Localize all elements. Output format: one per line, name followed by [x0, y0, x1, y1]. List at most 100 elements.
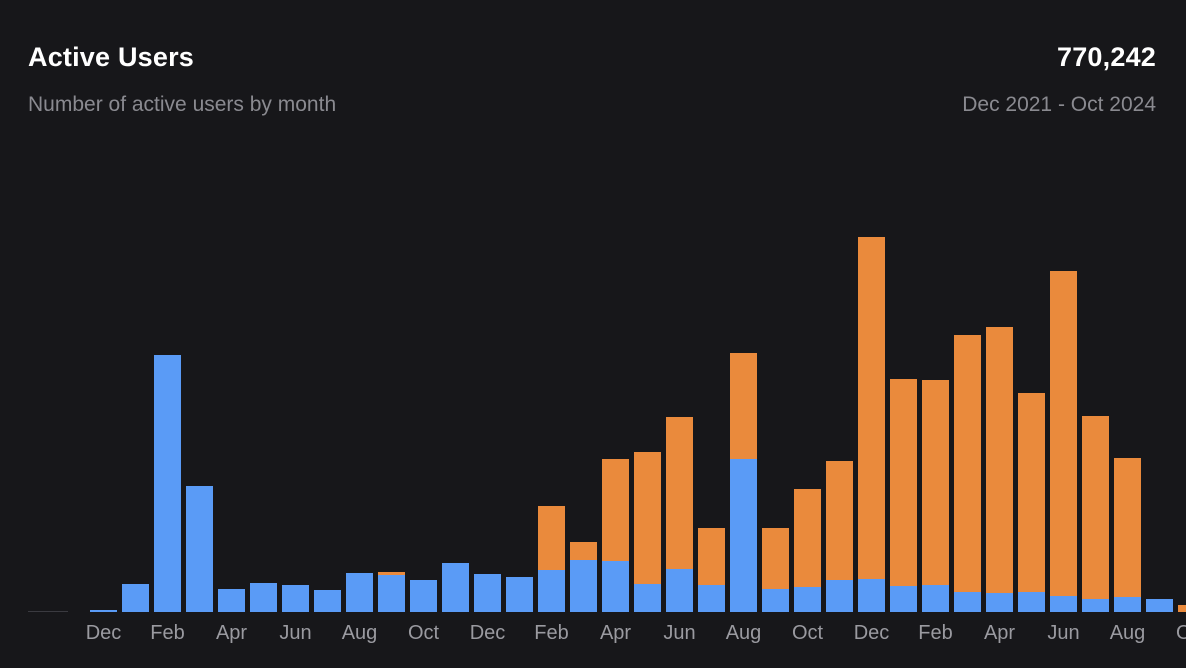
bar-feb-2024[interactable] — [922, 380, 949, 612]
x-axis: DecFebAprJunAugOctDecFebAprJunAugOctDecF… — [28, 620, 1158, 654]
bar-series-container — [28, 170, 1158, 612]
x-axis-tick-label: Dec — [86, 620, 122, 646]
bar-sep-2023[interactable] — [762, 528, 789, 612]
x-axis-tick-label: Apr — [600, 620, 631, 646]
bar-segment-primary — [1018, 592, 1045, 612]
bar-segment-primary — [538, 570, 565, 612]
bar-apr-2024[interactable] — [986, 327, 1013, 612]
bar-dec-2023[interactable] — [858, 237, 885, 612]
bar-segment-secondary — [1050, 271, 1077, 595]
bar-segment-primary — [858, 579, 885, 612]
bar-segment-secondary — [890, 379, 917, 586]
bar-segment-primary — [730, 459, 757, 612]
bar-jun-2022[interactable] — [282, 585, 309, 612]
bar-segment-primary — [1050, 596, 1077, 612]
x-axis-tick-label: Oct — [1176, 620, 1186, 646]
bar-segment-primary — [410, 580, 437, 612]
chart-header-left: Active Users Number of active users by m… — [28, 40, 336, 119]
bar-segment-primary — [474, 574, 501, 612]
bar-jul-2023[interactable] — [698, 528, 725, 612]
bar-mar-2022[interactable] — [186, 486, 213, 612]
bar-segment-primary — [634, 584, 661, 612]
date-range-label: Dec 2021 - Oct 2024 — [962, 91, 1156, 119]
bar-segment-primary — [762, 589, 789, 612]
chart-header: Active Users Number of active users by m… — [0, 0, 1186, 119]
chart-header-right: 770,242 Dec 2021 - Oct 2024 — [962, 40, 1156, 119]
bar-feb-2022[interactable] — [154, 355, 181, 612]
bar-segment-primary — [666, 569, 693, 612]
bar-mar-2024[interactable] — [954, 335, 981, 612]
bar-sep-2024[interactable] — [1146, 599, 1173, 612]
bar-segment-secondary — [762, 528, 789, 589]
x-axis-tick-label: Apr — [984, 620, 1015, 646]
bar-jul-2022[interactable] — [314, 590, 341, 612]
bar-segment-secondary — [730, 353, 757, 459]
bar-jul-2024[interactable] — [1082, 416, 1109, 612]
x-axis-tick-label: Aug — [342, 620, 378, 646]
bar-aug-2024[interactable] — [1114, 458, 1141, 612]
bar-may-2023[interactable] — [634, 452, 661, 612]
bar-segment-primary — [922, 585, 949, 612]
bar-segment-secondary — [538, 506, 565, 570]
x-axis-tick-label: Jun — [1047, 620, 1079, 646]
bar-apr-2023[interactable] — [602, 459, 629, 612]
bar-may-2022[interactable] — [250, 583, 277, 612]
bar-segment-secondary — [570, 542, 597, 560]
bar-segment-primary — [186, 486, 213, 612]
bar-jan-2022[interactable] — [122, 584, 149, 612]
bar-segment-primary — [986, 593, 1013, 612]
bar-oct-2023[interactable] — [794, 489, 821, 612]
bar-aug-2022[interactable] — [346, 573, 373, 612]
x-axis-tick-label: Dec — [854, 620, 890, 646]
bar-segment-primary — [794, 587, 821, 612]
bar-segment-primary — [154, 355, 181, 612]
bar-segment-secondary — [1178, 605, 1186, 612]
total-value: 770,242 — [1057, 40, 1156, 74]
bar-dec-2021[interactable] — [90, 610, 117, 612]
bar-segment-primary — [442, 563, 469, 612]
bar-segment-primary — [282, 585, 309, 612]
bar-segment-primary — [1114, 597, 1141, 612]
x-axis-tick-label: Feb — [918, 620, 952, 646]
bar-segment-secondary — [698, 528, 725, 585]
bar-segment-secondary — [826, 461, 853, 580]
x-axis-tick-label: Apr — [216, 620, 247, 646]
chart-plot-area — [28, 170, 1158, 612]
bar-oct-2022[interactable] — [410, 580, 437, 612]
bar-segment-secondary — [602, 459, 629, 560]
bar-segment-primary — [90, 610, 117, 612]
bar-segment-primary — [506, 577, 533, 612]
bar-dec-2022[interactable] — [474, 574, 501, 612]
bar-segment-secondary — [666, 417, 693, 569]
active-users-chart-card: Active Users Number of active users by m… — [0, 0, 1186, 668]
bar-segment-secondary — [858, 237, 885, 579]
page-title: Active Users — [28, 40, 336, 74]
bar-mar-2023[interactable] — [570, 542, 597, 612]
bar-segment-primary — [122, 584, 149, 612]
bar-segment-primary — [378, 575, 405, 612]
bar-segment-primary — [1082, 599, 1109, 612]
bar-segment-primary — [890, 586, 917, 612]
bar-oct-2024[interactable] — [1178, 605, 1186, 612]
bar-jan-2024[interactable] — [890, 379, 917, 612]
bar-sep-2022[interactable] — [378, 572, 405, 612]
bar-jun-2023[interactable] — [666, 417, 693, 612]
bar-apr-2022[interactable] — [218, 589, 245, 612]
bar-segment-primary — [570, 560, 597, 612]
bar-feb-2023[interactable] — [538, 506, 565, 612]
bar-segment-secondary — [922, 380, 949, 585]
x-axis-tick-label: Jun — [279, 620, 311, 646]
bar-segment-primary — [954, 592, 981, 612]
bar-may-2024[interactable] — [1018, 393, 1045, 612]
bar-aug-2023[interactable] — [730, 353, 757, 612]
x-axis-tick-label: Aug — [726, 620, 762, 646]
bar-jun-2024[interactable] — [1050, 271, 1077, 612]
bar-nov-2022[interactable] — [442, 563, 469, 612]
bar-jan-2023[interactable] — [506, 577, 533, 612]
bar-segment-primary — [314, 590, 341, 612]
bar-segment-secondary — [954, 335, 981, 592]
bar-nov-2023[interactable] — [826, 461, 853, 612]
bar-segment-primary — [218, 589, 245, 612]
x-axis-tick-label: Oct — [792, 620, 823, 646]
bar-segment-secondary — [634, 452, 661, 584]
